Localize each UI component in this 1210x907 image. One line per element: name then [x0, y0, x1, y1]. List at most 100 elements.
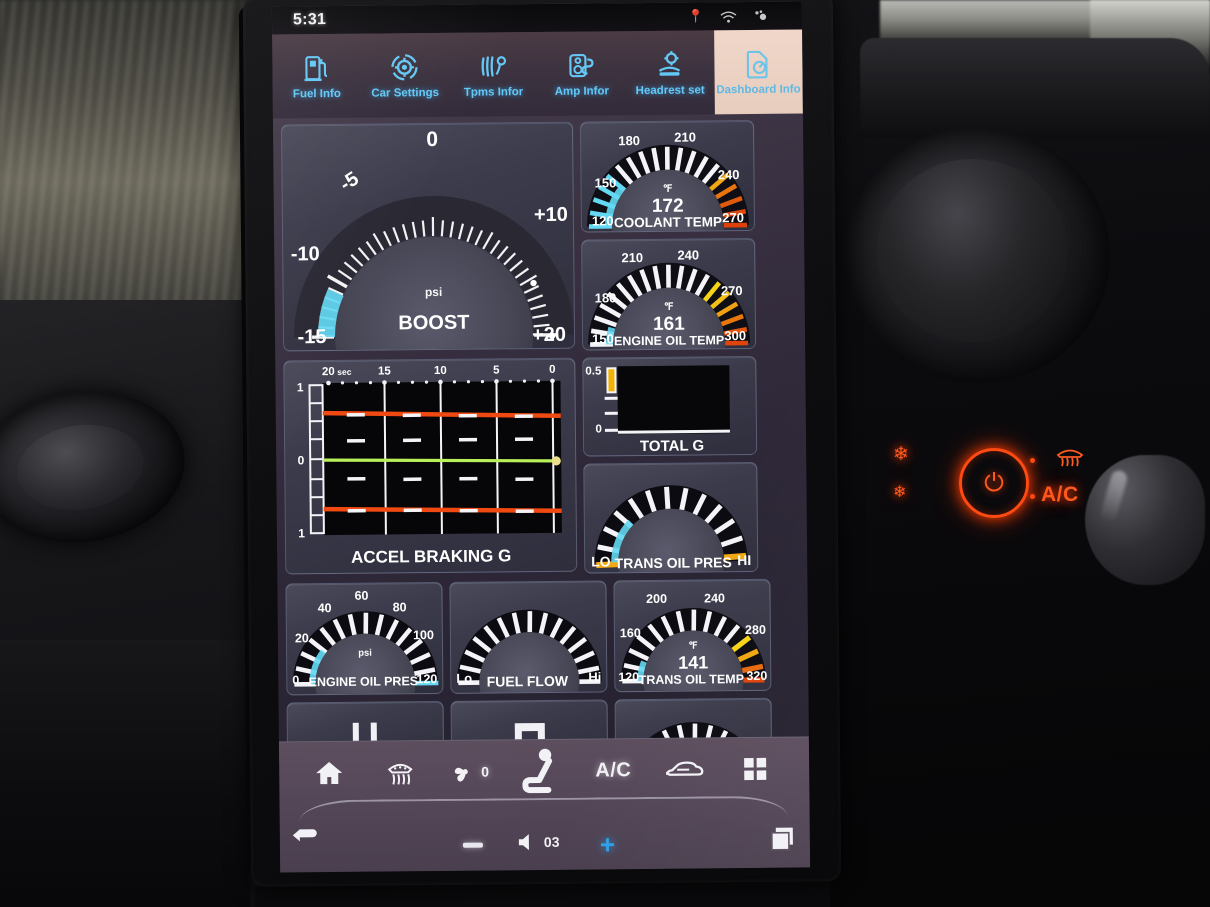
trans-oil-temp-gauge-card[interactable]: 160 120 200 240 280 320 ℉ 141 TRANS OIL … — [613, 578, 772, 693]
nav-apps-button[interactable] — [720, 756, 791, 783]
svg-text:1: 1 — [297, 380, 304, 394]
svg-text:120: 120 — [618, 670, 639, 684]
svg-text:15: 15 — [378, 365, 392, 377]
svg-text:80: 80 — [393, 600, 407, 614]
svg-text:℉: ℉ — [664, 302, 674, 313]
tab-dashboard-info[interactable]: Dashboard Info — [713, 29, 803, 115]
nav-seat-button[interactable] — [506, 747, 578, 796]
tab-fuel-info[interactable]: Fuel Info — [272, 34, 361, 119]
amplifier-icon — [569, 53, 594, 77]
trans-oil-pres-gauge-card[interactable]: LO HI TRANS OIL PRES TRANS OIL PRES — [583, 461, 759, 574]
nav-car-button[interactable] — [649, 758, 720, 781]
svg-text:141: 141 — [678, 652, 708, 672]
nav-rear-defrost-button[interactable] — [364, 759, 435, 787]
gear-shifter-knob — [1085, 455, 1205, 585]
tab-strip: Fuel Info Car Settings Tpms Infor Amp In… — [272, 29, 803, 119]
speaker-icon — [518, 834, 529, 851]
ac-label: A/C — [595, 758, 632, 781]
nav-home-button[interactable] — [293, 760, 364, 787]
svg-text:HI: HI — [737, 552, 751, 568]
fan-icon — [454, 767, 468, 782]
svg-text:1: 1 — [298, 526, 305, 540]
svg-text:161: 161 — [653, 314, 685, 335]
coolant-temp-gauge-card[interactable]: 150 120 180 210 240 270 ℉ 172 COOLANT TE… — [579, 119, 756, 233]
dashboard-doc-icon — [746, 50, 768, 79]
dashboard-row-2: 20 sec 15 10 5 0 1 0 1 ACCEL BRAKING G 0… — [283, 355, 799, 577]
svg-text:180: 180 — [595, 290, 617, 305]
fuel-flow-gauge-card[interactable]: Lo Hi FUEL FLOW FUEL FLOW — [449, 580, 608, 694]
recent-apps-icon — [771, 827, 793, 851]
svg-text:160: 160 — [620, 626, 641, 640]
dashboard-content: 0 -5 -10 -15 +10 +20 psi BOOST BOOST psi — [273, 113, 809, 765]
svg-text:-15: -15 — [297, 326, 326, 348]
engine-oil-temp-gauge-card[interactable]: 180 150 210 240 270 300 ℉ 161 ENGINE OIL… — [581, 237, 757, 351]
total-g-indicator — [607, 368, 616, 393]
status-icons: 📍 — [688, 7, 802, 24]
svg-text:270: 270 — [722, 210, 744, 225]
svg-text:0.5: 0.5 — [585, 365, 602, 377]
fan-increase-icon[interactable]: ❄ — [893, 443, 909, 466]
svg-text:TOTAL G: TOTAL G — [640, 437, 704, 455]
tab-tpms-infor[interactable]: Tpms Infor — [449, 32, 538, 117]
svg-text:210: 210 — [621, 250, 643, 265]
svg-text:120: 120 — [416, 672, 437, 686]
apps-grid-icon — [744, 757, 767, 781]
svg-text:-5: -5 — [336, 168, 363, 196]
svg-text:240: 240 — [677, 247, 699, 262]
svg-text:0: 0 — [549, 364, 556, 376]
volume-up-button[interactable]: + — [600, 829, 615, 860]
headrest-gear-icon — [659, 50, 681, 76]
svg-text:20: 20 — [322, 366, 335, 378]
total-g-chart-card[interactable]: 0.5 0 TOTAL G TOTAL G — [582, 355, 758, 457]
back-button[interactable] — [292, 826, 318, 850]
svg-text:TRANS OIL PRES: TRANS OIL PRES — [615, 554, 732, 571]
svg-text:BOOST: BOOST — [398, 312, 469, 335]
svg-text:20: 20 — [295, 631, 309, 645]
boost-gauge-card[interactable]: 0 -5 -10 -15 +10 +20 psi BOOST BOOST psi — [280, 121, 576, 352]
engine-oil-pres-gauge-card[interactable]: 20 0 40 60 80 100 120 psi ENGINE OIL PRE… — [285, 581, 444, 696]
gear-target-icon — [391, 53, 419, 80]
infotainment-screen: 5:31 📍 Fuel Info Car Settings Tpms Infor… — [271, 1, 811, 873]
svg-text:240: 240 — [718, 167, 740, 182]
car-icon — [666, 761, 704, 776]
tab-headrest-set[interactable]: Headrest set — [625, 30, 714, 115]
recent-apps-button[interactable] — [770, 826, 796, 852]
tab-label: Headrest set — [635, 83, 705, 97]
right-dash-top — [860, 38, 1210, 138]
climate-power-button[interactable]: ⏻ — [959, 448, 1029, 518]
fan-decrease-icon[interactable]: ❄ — [893, 482, 906, 502]
svg-text:240: 240 — [704, 591, 725, 605]
tab-label: Car Settings — [371, 86, 440, 100]
volume-down-button[interactable] — [462, 842, 483, 848]
svg-text:Hi: Hi — [588, 669, 601, 684]
led-dot-2 — [1030, 494, 1035, 499]
accel-braking-g-chart-card[interactable]: 20 sec 15 10 5 0 1 0 1 ACCEL BRAKING G — [283, 357, 578, 575]
tab-amp-infor[interactable]: Amp Infor — [537, 31, 626, 116]
svg-text:210: 210 — [674, 129, 696, 144]
svg-text:100: 100 — [413, 628, 434, 642]
svg-text:0: 0 — [297, 453, 304, 467]
svg-text:150: 150 — [592, 331, 614, 346]
nav-ac-button[interactable]: A/C — [578, 758, 649, 782]
nav-fan-button[interactable]: 0 — [435, 759, 506, 784]
svg-text:120: 120 — [592, 213, 614, 228]
volume-indicator: 03 — [517, 832, 560, 852]
lower-console-shadow — [830, 860, 1210, 907]
svg-text:℉: ℉ — [663, 184, 673, 195]
led-dot-1 — [1030, 458, 1035, 463]
current-value-marker — [551, 456, 561, 466]
svg-text:200: 200 — [646, 592, 667, 606]
rear-defrost-icon — [387, 763, 413, 785]
svg-text:300: 300 — [724, 328, 746, 343]
front-defrost-icon[interactable] — [1055, 446, 1085, 468]
clock: 5:31 — [292, 11, 327, 29]
home-icon — [315, 762, 342, 785]
svg-text:+20: +20 — [532, 324, 566, 346]
svg-text:+10: +10 — [534, 204, 568, 226]
tab-car-settings[interactable]: Car Settings — [360, 33, 449, 118]
volume-row: 03 + — [280, 795, 811, 864]
svg-text:0: 0 — [292, 673, 299, 687]
g-and-trans-column: 0.5 0 TOTAL G TOTAL G — [582, 355, 759, 574]
svg-text:0: 0 — [595, 423, 602, 435]
ac-indicator-label[interactable]: A/C — [1041, 483, 1079, 507]
